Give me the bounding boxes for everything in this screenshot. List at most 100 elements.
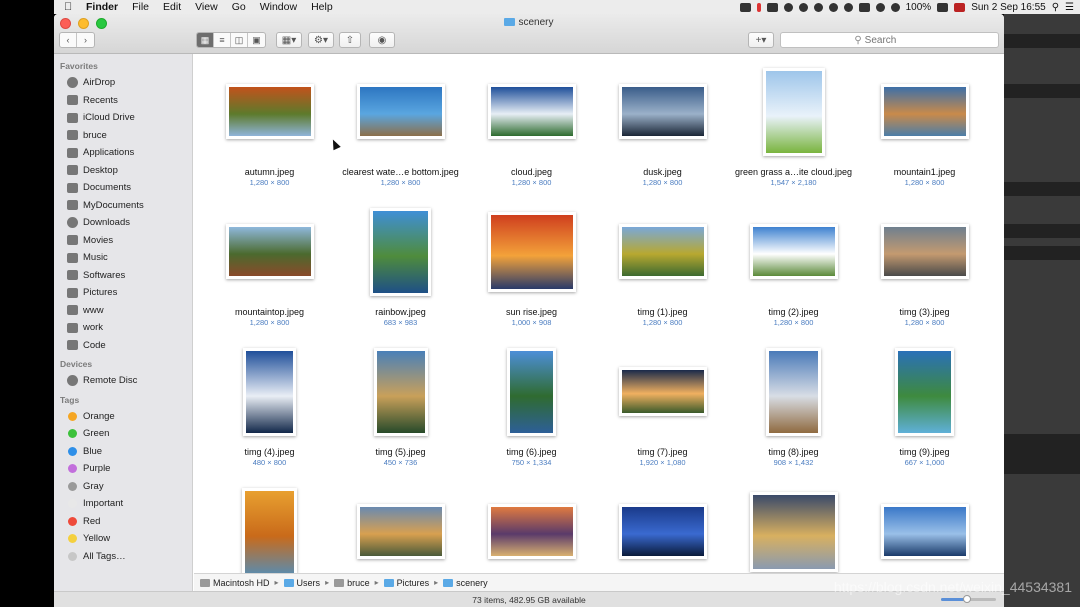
path-segment-bruce[interactable]: bruce: [334, 578, 370, 588]
wechat-icon[interactable]: [813, 2, 823, 12]
image-thumbnail[interactable]: [225, 84, 314, 139]
column-view-button[interactable]: ◫: [231, 33, 248, 47]
file-item[interactable]: [204, 484, 335, 573]
sidebar-item-music[interactable]: Music: [54, 249, 192, 267]
image-thumbnail[interactable]: [225, 224, 314, 279]
image-thumbnail[interactable]: [618, 224, 707, 279]
group-by-button[interactable]: ▦▾: [276, 32, 302, 48]
menu-view[interactable]: View: [195, 1, 218, 13]
image-thumbnail[interactable]: [356, 504, 445, 559]
cloud-icon[interactable]: [843, 2, 853, 12]
file-item[interactable]: timg (5).jpeg 450 × 736: [335, 344, 466, 484]
image-thumbnail[interactable]: [487, 84, 576, 139]
app-status-icon[interactable]: [766, 2, 778, 12]
sidebar-tag-item[interactable]: Gray: [54, 478, 192, 496]
image-thumbnail[interactable]: [487, 504, 576, 559]
image-thumbnail[interactable]: [618, 367, 707, 416]
sidebar-item-downloads[interactable]: Downloads: [54, 214, 192, 232]
sidebar-item-pictures[interactable]: Pictures: [54, 284, 192, 302]
image-thumbnail[interactable]: [242, 487, 297, 573]
menu-app-name[interactable]: Finder: [86, 1, 118, 13]
edit-tags-button[interactable]: ◉: [369, 32, 395, 48]
icon-size-slider[interactable]: [941, 595, 996, 603]
file-item[interactable]: [728, 484, 859, 573]
recording-icon[interactable]: [756, 2, 761, 12]
image-thumbnail[interactable]: [749, 491, 838, 572]
search-input[interactable]: [864, 34, 925, 46]
file-item[interactable]: timg (7).jpeg 1,920 × 1,080: [597, 344, 728, 484]
sidebar-item-icloud-drive[interactable]: iCloud Drive: [54, 109, 192, 127]
file-item[interactable]: sun rise.jpeg 1,000 × 908: [466, 204, 597, 344]
sidebar-item-movies[interactable]: Movies: [54, 232, 192, 250]
notification-center-icon[interactable]: ☰: [1065, 2, 1074, 13]
sidebar-item-softwares[interactable]: Softwares: [54, 267, 192, 285]
path-segment-pictures[interactable]: Pictures: [383, 578, 429, 588]
image-thumbnail[interactable]: [749, 224, 838, 279]
image-thumbnail[interactable]: [895, 347, 954, 436]
camera-icon[interactable]: [739, 2, 751, 12]
file-item[interactable]: [335, 484, 466, 573]
sidebar-item-airdrop[interactable]: AirDrop: [54, 74, 192, 92]
file-item[interactable]: [597, 484, 728, 573]
file-item[interactable]: timg (9).jpeg 667 × 1,000: [859, 344, 990, 484]
path-segment-scenery[interactable]: scenery: [443, 578, 488, 588]
file-item[interactable]: cloud.jpeg 1,280 × 800: [466, 64, 597, 204]
image-thumbnail[interactable]: [243, 347, 296, 436]
sidebar-item-remote-disc[interactable]: Remote Disc: [54, 372, 192, 390]
time-machine-icon[interactable]: [875, 2, 885, 12]
sidebar-item-www[interactable]: www: [54, 302, 192, 320]
menu-go[interactable]: Go: [232, 1, 246, 13]
icon-view-button[interactable]: ▦: [197, 33, 214, 47]
spotlight-icon[interactable]: ⚲: [1052, 2, 1059, 13]
forward-button[interactable]: ›: [77, 33, 94, 47]
action-gear-button[interactable]: ⚙▾: [308, 32, 334, 48]
sidebar-tag-item[interactable]: Orange: [54, 408, 192, 426]
image-thumbnail[interactable]: [356, 84, 445, 139]
file-item[interactable]: autumn.jpeg 1,280 × 800: [204, 64, 335, 204]
file-item[interactable]: timg (8).jpeg 908 × 1,432: [728, 344, 859, 484]
wifi-icon[interactable]: [890, 2, 900, 12]
sidebar-item-home[interactable]: bruce: [54, 127, 192, 145]
file-item[interactable]: dusk.jpeg 1,280 × 800: [597, 64, 728, 204]
sidebar-item-applications[interactable]: Applications: [54, 144, 192, 162]
file-item[interactable]: timg (6).jpeg 750 × 1,334: [466, 344, 597, 484]
sidebar-tag-item[interactable]: Important: [54, 495, 192, 513]
file-item[interactable]: mountain1.jpeg 1,280 × 800: [859, 64, 990, 204]
file-item[interactable]: timg (3).jpeg 1,280 × 800: [859, 204, 990, 344]
sidebar-item-code[interactable]: Code: [54, 337, 192, 355]
image-thumbnail[interactable]: [373, 347, 428, 436]
image-thumbnail[interactable]: [880, 504, 969, 559]
path-segment-users[interactable]: Users: [283, 578, 320, 588]
gallery-view-button[interactable]: ▣: [248, 33, 265, 47]
apple-menu-icon[interactable]: : [64, 1, 76, 13]
image-thumbnail[interactable]: [762, 67, 825, 156]
search-field[interactable]: ⚲: [780, 32, 999, 48]
battery-percentage[interactable]: 100%: [906, 2, 932, 13]
image-thumbnail[interactable]: [618, 84, 707, 139]
image-thumbnail[interactable]: [766, 347, 821, 436]
sidebar-tag-item[interactable]: Red: [54, 513, 192, 531]
clock[interactable]: Sun 2 Sep 16:55: [971, 2, 1046, 13]
notification-icon[interactable]: [783, 2, 793, 12]
sidebar-tag-item[interactable]: Purple: [54, 460, 192, 478]
sidebar-item-desktop[interactable]: Desktop: [54, 162, 192, 180]
sidebar-item-documents[interactable]: Documents: [54, 179, 192, 197]
file-item[interactable]: timg (1).jpeg 1,280 × 800: [597, 204, 728, 344]
sidebar-tag-item[interactable]: Yellow: [54, 530, 192, 548]
menu-window[interactable]: Window: [260, 1, 297, 13]
slider-knob[interactable]: [963, 595, 972, 603]
menu-help[interactable]: Help: [311, 1, 333, 13]
file-item[interactable]: timg (2).jpeg 1,280 × 800: [728, 204, 859, 344]
image-thumbnail[interactable]: [880, 224, 969, 279]
sidebar-tag-item[interactable]: Blue: [54, 443, 192, 461]
battery-icon[interactable]: [937, 2, 949, 12]
share-button[interactable]: ⇧: [339, 32, 361, 48]
file-item[interactable]: [466, 484, 597, 573]
file-item[interactable]: timg (4).jpeg 480 × 800: [204, 344, 335, 484]
image-thumbnail[interactable]: [507, 347, 556, 436]
new-item-button[interactable]: +▾: [748, 32, 774, 48]
file-item[interactable]: [859, 484, 990, 573]
file-item[interactable]: rainbow.jpeg 683 × 983: [335, 204, 466, 344]
image-thumbnail[interactable]: [370, 207, 431, 296]
back-button[interactable]: ‹: [60, 33, 77, 47]
